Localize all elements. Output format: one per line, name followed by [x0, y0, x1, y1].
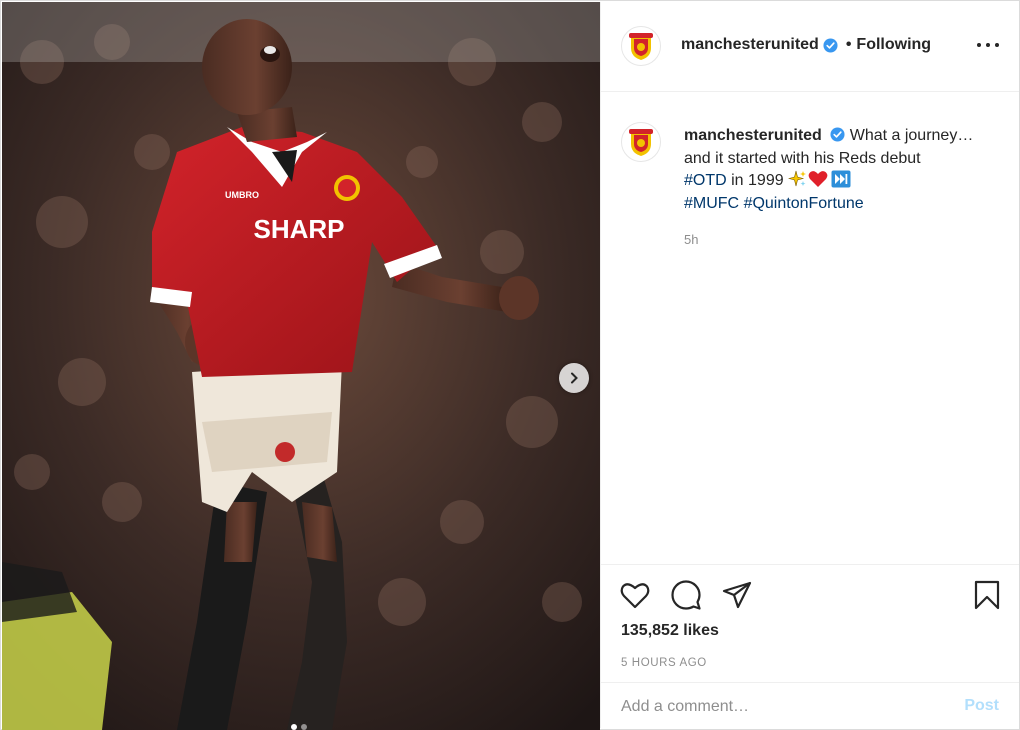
chevron-right-icon [571, 372, 578, 384]
sparkles-icon [788, 170, 807, 187]
caption-line-2: and it started with his Reds debut [684, 149, 921, 167]
verified-badge-icon [830, 127, 845, 142]
separator-dot: • [845, 36, 852, 53]
save-button[interactable] [971, 579, 1003, 611]
caption-line-1: What a journey… [849, 127, 974, 144]
paper-plane-icon [722, 581, 752, 609]
caption-timestamp[interactable]: 5h [684, 232, 698, 247]
club-crest-icon [629, 129, 653, 156]
post-image[interactable]: SHARP UMBRO [2, 2, 600, 730]
fast-forward-icon [831, 170, 851, 188]
verified-badge-icon [823, 37, 838, 53]
caption-section: manchesterunited What a journey… and it … [601, 92, 1019, 562]
header-user-line: manchesterunited • Following [681, 36, 931, 54]
comment-bar: Post [601, 682, 1019, 728]
username-link[interactable]: manchesterunited [681, 36, 819, 54]
carousel-indicator [291, 724, 307, 730]
post-photo: SHARP UMBRO [2, 2, 600, 730]
post-comment-button[interactable]: Post [964, 697, 999, 715]
heart-icon [620, 583, 650, 609]
hashtag-otd[interactable]: #OTD [684, 172, 727, 189]
carousel-dot-active [291, 724, 297, 730]
action-bar: 135,852 likes 5 HOURS AGO [601, 564, 1019, 682]
comment-input[interactable] [621, 695, 941, 719]
avatar[interactable] [621, 26, 661, 66]
shirt-brand-text: UMBRO [225, 190, 259, 200]
post-sidebar: manchesterunited • Following manchesteru… [600, 2, 1019, 728]
comment-button[interactable] [670, 579, 702, 611]
more-options-button[interactable] [977, 37, 999, 53]
post-header: manchesterunited • Following [601, 2, 1019, 92]
caption-avatar[interactable] [621, 122, 661, 162]
caption-text: manchesterunited What a journey… and it … [684, 125, 999, 215]
more-dot-icon [995, 43, 999, 47]
caption-username-link[interactable]: manchesterunited [684, 127, 822, 144]
carousel-next-button[interactable] [559, 363, 589, 393]
post-timestamp[interactable]: 5 HOURS AGO [621, 657, 707, 669]
share-button[interactable] [721, 579, 753, 611]
following-button[interactable]: Following [856, 36, 931, 54]
bookmark-icon [974, 580, 1000, 610]
more-dot-icon [986, 43, 990, 47]
hashtag-mufc[interactable]: #MUFC [684, 195, 739, 212]
like-button[interactable] [619, 579, 651, 611]
red-heart-icon [808, 171, 828, 187]
carousel-dot [301, 724, 307, 730]
caption-line-3: in 1999 [726, 172, 789, 189]
speech-bubble-icon [671, 580, 701, 610]
more-dot-icon [977, 43, 981, 47]
hashtag-quintonfortune[interactable]: #QuintonFortune [744, 195, 864, 212]
shirt-sponsor-text: SHARP [253, 214, 344, 244]
club-crest-icon [629, 33, 653, 60]
likes-count[interactable]: 135,852 likes [621, 622, 719, 640]
